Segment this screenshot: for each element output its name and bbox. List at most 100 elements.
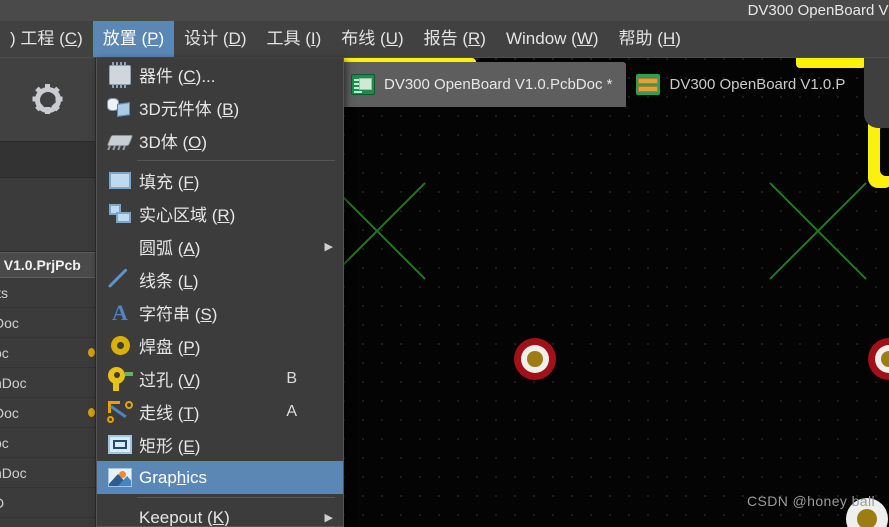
project-tree-row-label: oc	[0, 434, 9, 451]
menu-item-via[interactable]: 过孔 (V) B	[97, 362, 343, 395]
project-tree-row-label: Doc	[0, 314, 19, 331]
pcb-pad[interactable]	[514, 338, 556, 380]
document-tab[interactable]: DV300 OpenBoard V1.0.P	[626, 62, 859, 107]
menu-item-arc[interactable]: 圆弧 (A) ▶	[97, 230, 343, 263]
project-tree-row[interactable]: oc	[0, 338, 95, 368]
pcb-trace-right-c	[880, 124, 889, 176]
menu-item-label: 走线 (T)	[139, 404, 200, 423]
project-tree-row[interactable]: oc	[0, 428, 95, 458]
menu-item-label: 矩形 (E)	[139, 437, 201, 456]
menu-item-label: 圆弧 (A)	[139, 239, 201, 258]
document-tab[interactable]: DV300 OpenBoard V1.0.PcbDoc *	[341, 62, 627, 107]
menu-route-label: 布线 (U)	[341, 29, 404, 48]
menu-item-graphics[interactable]: Graphics	[97, 461, 343, 494]
menu-project-label: ) 工程 (C)	[10, 29, 83, 48]
via-icon	[103, 364, 137, 394]
string-icon: A	[112, 299, 128, 325]
menu-bar: ) 工程 (C) 放置 (P) 设计 (D) 工具 (I) 布线 (U) 报告 (R) Wi…	[0, 21, 889, 58]
menu-item-shortcut: B	[286, 369, 297, 387]
menu-item-label: Graphics	[139, 467, 208, 487]
projects-panel: l V1.0.PrjPcb its Doc oc hDoc Doc oc hDoc D	[0, 58, 96, 527]
menu-project[interactable]: ) 工程 (C)	[0, 21, 93, 57]
window-title: DV300 OpenBoard V1.	[747, 2, 889, 19]
document-tab-label: DV300 OpenBoard V1.0.PcbDoc *	[384, 76, 613, 93]
doc-status-icon	[88, 348, 95, 357]
menu-item-3d-body[interactable]: 3D元件体 (B)	[97, 91, 343, 124]
solid-region-icon	[103, 199, 137, 229]
chevron-right-icon: ▶	[324, 512, 333, 524]
menu-item-label: 焊盘 (P)	[139, 338, 201, 357]
menu-item-label: 器件 (C)...	[139, 67, 216, 86]
menu-item-track[interactable]: 走线 (T) A	[97, 395, 343, 428]
track-icon	[103, 397, 137, 427]
menu-item-keepout[interactable]: Keepout (K) ▶	[97, 501, 343, 527]
menu-separator	[137, 160, 335, 161]
arc-icon	[103, 232, 137, 262]
menu-item-rectangle[interactable]: 矩形 (E)	[97, 428, 343, 461]
chevron-right-icon: ▶	[324, 241, 333, 253]
pad-hole	[881, 351, 889, 367]
pcb-doc-icon	[351, 74, 375, 95]
watermark-text: CSDN @honey ball	[747, 493, 875, 509]
fill-icon	[103, 166, 137, 196]
line-icon	[103, 265, 137, 295]
menu-item-label: 实心区域 (R)	[139, 206, 236, 225]
menu-item-label: 过孔 (V)	[139, 371, 201, 390]
project-name: l V1.0.PrjPcb	[0, 257, 81, 273]
project-tree-row[interactable]: D	[0, 488, 95, 518]
menu-report[interactable]: 报告 (R)	[414, 21, 496, 57]
menu-item-string[interactable]: A 字符串 (S)	[97, 296, 343, 329]
menu-design-label: 设计 (D)	[184, 29, 247, 48]
project-tree-row[interactable]: hDoc	[0, 458, 95, 488]
menu-item-label: 3D体 (O)	[139, 133, 208, 152]
doc-status-icon	[88, 408, 95, 417]
no-icon	[103, 503, 137, 527]
menu-route[interactable]: 布线 (U)	[331, 21, 413, 57]
panel-spacer	[0, 178, 95, 252]
rectangle-icon	[103, 430, 137, 460]
place-menu-dropdown: 器件 (C)... 3D元件体 (B) 3D体 (O) 填充 (F) 实心区域 (R) 圆…	[96, 58, 344, 527]
menu-window-label: Window (W)	[505, 29, 599, 48]
project-tree-row-label: Doc	[0, 404, 19, 421]
menu-item-3d-object[interactable]: 3D体 (O)	[97, 124, 343, 157]
menu-item-label: Keepout (K)	[139, 507, 230, 527]
graphics-icon	[103, 463, 137, 493]
menu-tools-label: 工具 (I)	[266, 29, 322, 48]
menu-item-line[interactable]: 线条 (L)	[97, 263, 343, 296]
panel-search-input[interactable]	[0, 142, 95, 178]
project-tree-row[interactable]: Doc	[0, 398, 95, 428]
menu-report-label: 报告 (R)	[423, 29, 486, 48]
pad-hole	[527, 351, 543, 367]
pad-icon	[103, 331, 137, 361]
project-tree-row[interactable]: Doc	[0, 308, 95, 338]
project-tree-row[interactable]: hDoc	[0, 368, 95, 398]
window-titlebar: DV300 OpenBoard V1.	[0, 0, 889, 21]
menu-item-fill[interactable]: 填充 (F)	[97, 164, 343, 197]
menu-item-label: 字符串 (S)	[139, 305, 218, 324]
pad-ring	[874, 344, 889, 374]
document-tab-label: DV300 OpenBoard V1.0.P	[669, 76, 846, 93]
menu-separator	[137, 497, 335, 498]
pcb-panel-shadow-right	[864, 58, 889, 128]
menu-item-pad[interactable]: 焊盘 (P)	[97, 329, 343, 362]
menu-help[interactable]: 帮助 (H)	[609, 21, 691, 57]
project-tree-header[interactable]: l V1.0.PrjPcb	[0, 252, 95, 278]
project-tree-row-label: hDoc	[0, 464, 27, 481]
gear-icon[interactable]	[32, 83, 63, 114]
project-tree-row[interactable]: its	[0, 278, 95, 308]
menu-item-solid-region[interactable]: 实心区域 (R)	[97, 197, 343, 230]
pad-ring	[520, 344, 550, 374]
component-icon	[103, 60, 137, 90]
menu-item-label: 3D元件体 (B)	[139, 100, 240, 119]
menu-tools[interactable]: 工具 (I)	[256, 21, 331, 57]
panel-toolbar	[0, 58, 95, 142]
menu-item-component[interactable]: 器件 (C)...	[97, 58, 343, 91]
menu-place[interactable]: 放置 (P)	[92, 21, 175, 57]
menu-design[interactable]: 设计 (D)	[174, 21, 256, 57]
menu-help-label: 帮助 (H)	[618, 29, 681, 48]
pcb-lib-icon	[636, 74, 661, 95]
menu-item-shortcut: A	[286, 402, 297, 420]
menu-window[interactable]: Window (W)	[496, 21, 609, 57]
menu-place-label: 放置 (P)	[102, 29, 165, 48]
project-tree: its Doc oc hDoc Doc oc hDoc D	[0, 278, 95, 518]
